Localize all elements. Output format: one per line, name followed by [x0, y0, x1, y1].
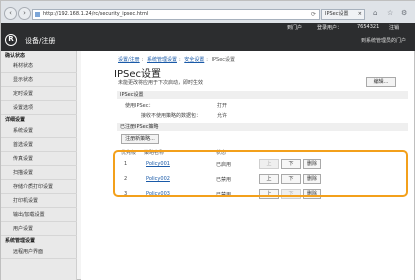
- close-tab-icon[interactable]: ×: [358, 10, 362, 19]
- address-url: http://192.168.1.24/rc/security_ipsec.ht…: [43, 11, 149, 17]
- sidebar-item-output[interactable]: 输出/加载设置: [1, 208, 77, 222]
- sidebar-item-scan[interactable]: 扫描设置: [1, 166, 77, 180]
- breadcrumb-separator: :: [206, 57, 208, 63]
- breadcrumb-separator: :: [141, 57, 144, 63]
- refresh-icon[interactable]: ⟳: [311, 10, 316, 19]
- breadcrumb-item[interactable]: 安全设置: [184, 57, 204, 63]
- browser-tab[interactable]: IPSec设置 ×: [321, 9, 365, 20]
- login-user-value: 7654321: [357, 24, 380, 30]
- sidebar-item-preferences[interactable]: 首选设置: [1, 138, 77, 152]
- tab-label: IPSec设置: [325, 11, 349, 17]
- bypass-label: 接收不使用策略的数据包：: [141, 113, 202, 119]
- sidebar-item-fax[interactable]: 传真设置: [1, 152, 77, 166]
- sidebar-item-media-print[interactable]: 存储介质打印设置: [1, 180, 77, 194]
- portal-link[interactable]: 到门户: [287, 24, 302, 31]
- sidebar-item-consumables[interactable]: 耗材状态: [1, 59, 77, 73]
- user-bar: 到门户 登录用户： 7654321 注销: [1, 23, 415, 31]
- forward-icon[interactable]: ›: [18, 7, 31, 20]
- home-icon[interactable]: ⌂: [373, 9, 377, 17]
- sidebar-item-remote-ui[interactable]: 远程用户界面: [1, 245, 77, 259]
- login-user-label: 登录用户：: [317, 25, 343, 31]
- browser-window: ‹ › http://192.168.1.24/rc/security_ipse…: [0, 0, 415, 280]
- star-icon[interactable]: ☆: [387, 9, 393, 17]
- app-header: R 设备/注册 到系统管理员的门户: [1, 31, 415, 51]
- sidebar-item-system[interactable]: 系统设置: [1, 124, 77, 138]
- breadcrumb-separator: :: [178, 57, 181, 63]
- page-title: IPSec设置: [114, 69, 161, 80]
- address-bar[interactable]: http://192.168.1.24/rc/security_ipsec.ht…: [32, 9, 320, 20]
- section-ipsec-settings: IPSec设置: [117, 91, 408, 99]
- breadcrumb: 设置/注册: 系统管理设置: 安全设置: IPSec设置: [118, 56, 235, 63]
- sidebar-section-settings: 详细设置: [5, 117, 26, 123]
- policy-rows-highlight: [113, 150, 408, 197]
- sidebar-item-display[interactable]: 显示状态: [1, 73, 77, 87]
- sidebar-item-user[interactable]: 用户设置: [1, 222, 77, 236]
- brand-logo-icon: R: [5, 34, 17, 46]
- admin-portal-link[interactable]: 到系统管理员的门户: [361, 37, 406, 44]
- breadcrumb-item[interactable]: 设置/注册: [118, 57, 140, 63]
- back-icon[interactable]: ‹: [4, 7, 17, 20]
- breadcrumb-current: IPSec设置: [211, 57, 236, 63]
- logout-link[interactable]: 注销: [389, 24, 399, 31]
- section-registered-policies: 已注册IPSec策略: [117, 123, 408, 131]
- apply-note: 未能更改将应用于下次启动，即时生效: [118, 80, 204, 86]
- breadcrumb-item[interactable]: 系统管理设置: [147, 57, 177, 63]
- sidebar-item-options[interactable]: 设置选项: [1, 101, 77, 115]
- bypass-value: 允许: [217, 113, 228, 119]
- favicon-icon: [35, 12, 40, 17]
- sidebar-section-status: 确认状态: [5, 53, 26, 59]
- gear-icon[interactable]: ⚙: [401, 9, 407, 17]
- sidebar-item-timer[interactable]: 定时设置: [1, 87, 77, 101]
- register-policy-button[interactable]: 注册新策略...: [121, 134, 159, 144]
- edit-button[interactable]: 编辑...: [366, 77, 396, 87]
- app-title: 设备/注册: [25, 37, 56, 45]
- use-ipsec-label: 使用IPSec：: [125, 103, 154, 109]
- use-ipsec-value: 打开: [217, 103, 228, 109]
- sidebar-item-printer[interactable]: 打印机设置: [1, 194, 77, 208]
- sidebar: 确认状态 耗材状态 显示状态 定时设置 设置选项 详细设置 系统设置 首选设置 …: [1, 51, 77, 280]
- sidebar-section-admin: 系统管理设置: [5, 238, 36, 244]
